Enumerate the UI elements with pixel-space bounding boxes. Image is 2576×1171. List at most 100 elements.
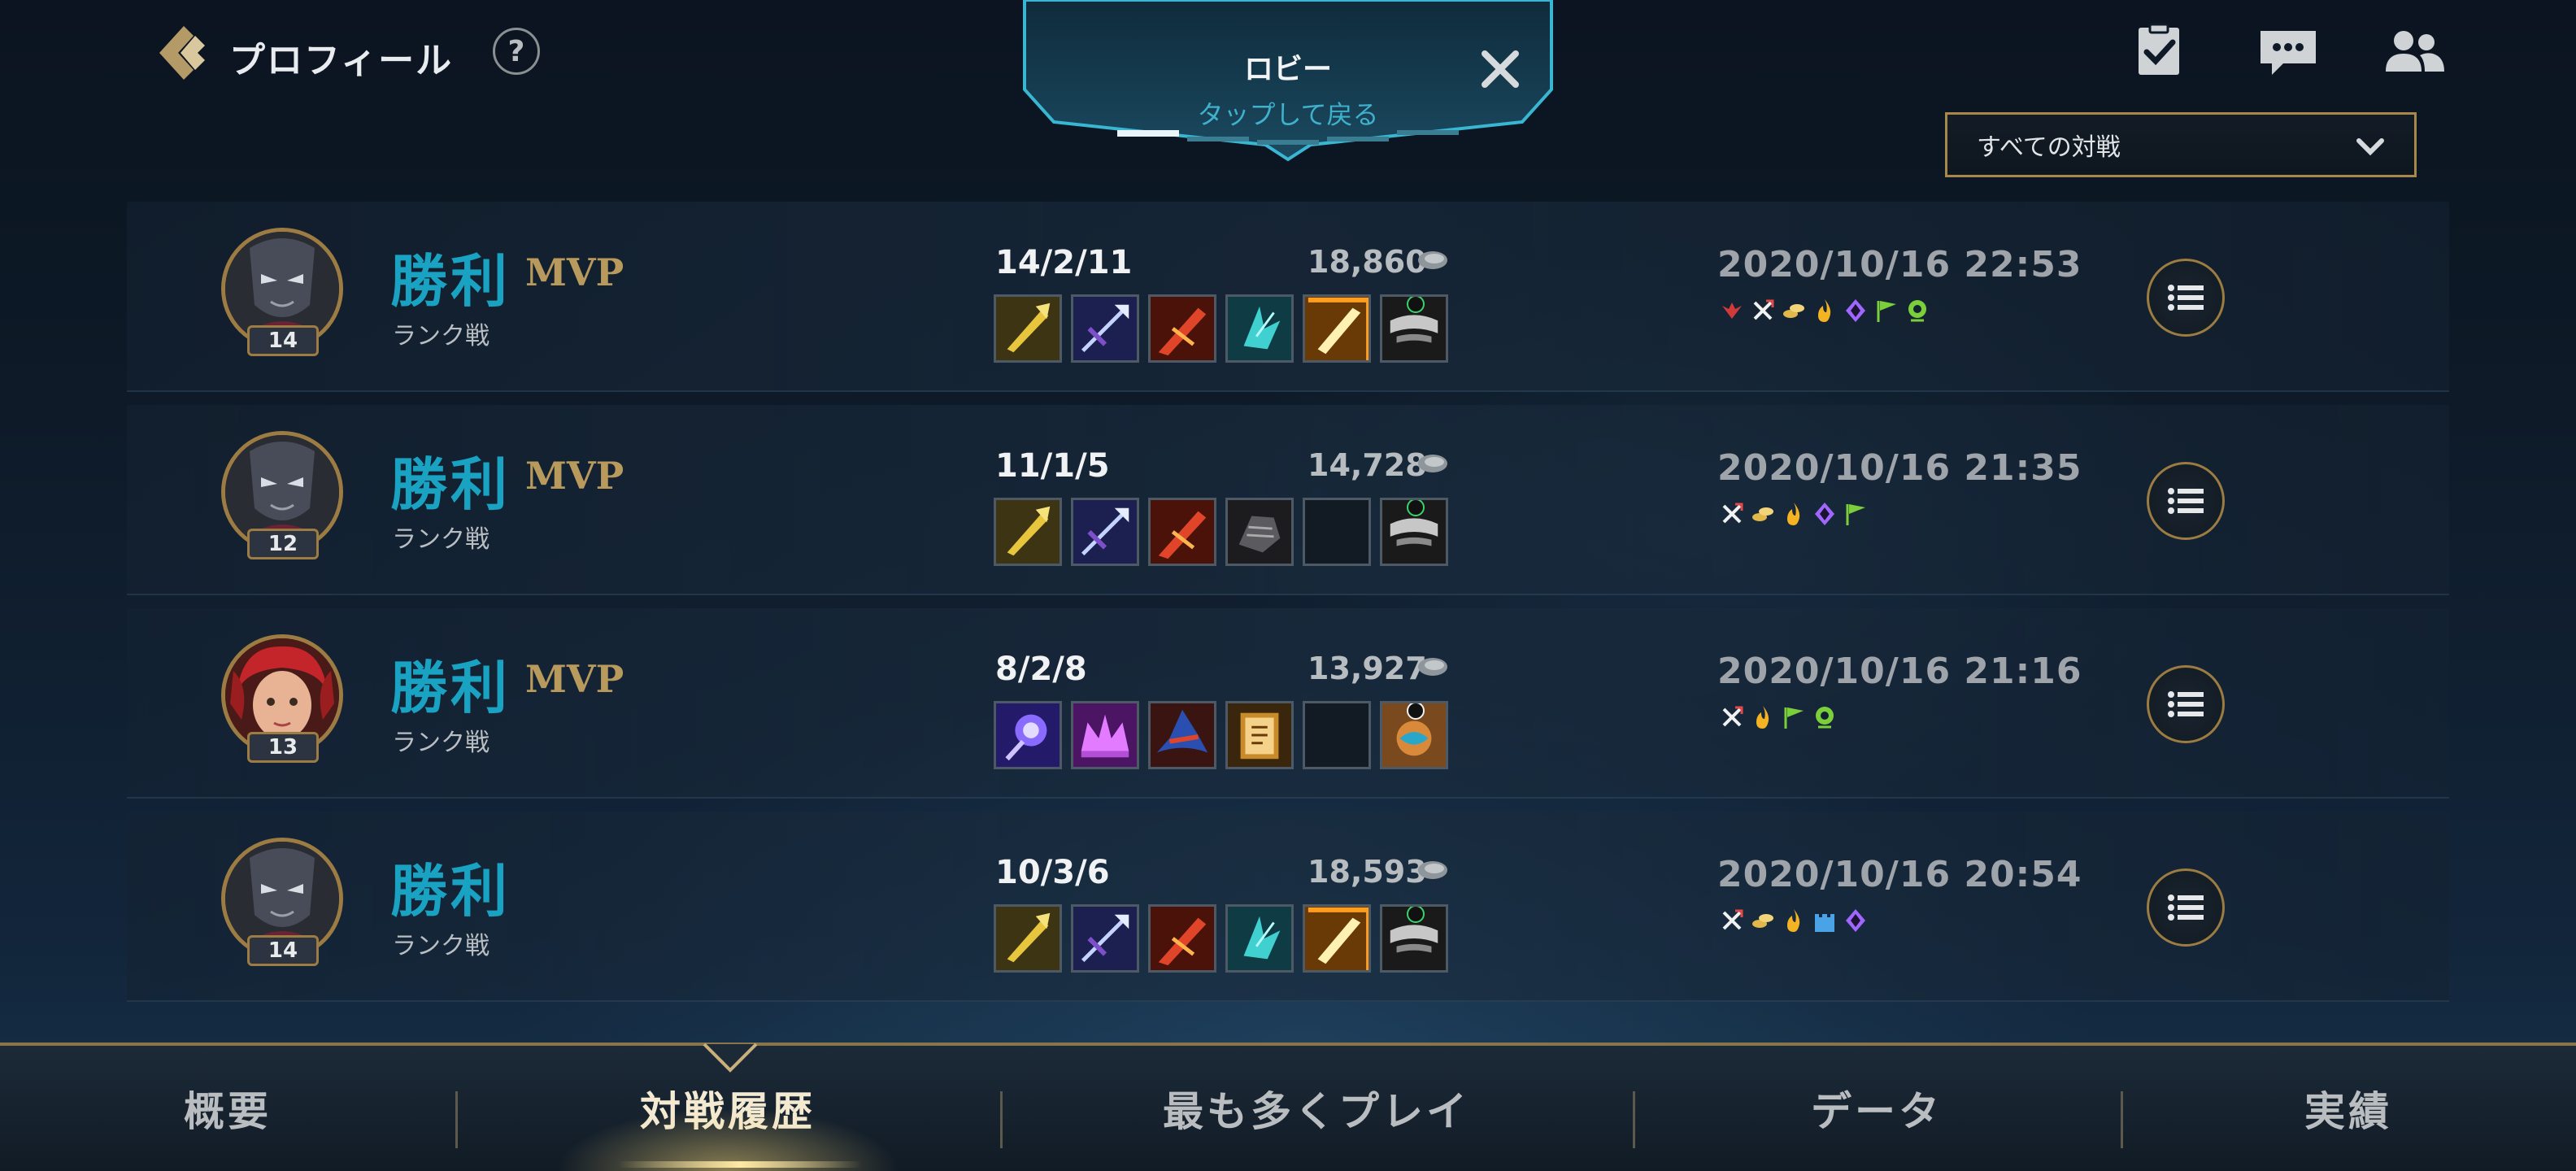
item-slots: [994, 701, 1448, 769]
chat-button[interactable]: [2254, 23, 2322, 80]
page-title: プロフィール: [229, 40, 454, 81]
blue-tower-icon: [1815, 914, 1834, 932]
trinket-indicator: [1407, 297, 1425, 313]
champion-level-badge: 12: [247, 529, 319, 559]
champion-level-badge: 13: [247, 732, 319, 763]
red-blade-item-icon: [1151, 500, 1214, 564]
item-slots: [994, 498, 1448, 566]
item-slot[interactable]: [1303, 904, 1371, 973]
tab-overview[interactable]: 概要: [0, 1046, 455, 1171]
tab-most-played[interactable]: 最も多くプレイ: [1000, 1046, 1633, 1171]
item-slot[interactable]: [1148, 294, 1216, 363]
item-slot[interactable]: [1380, 294, 1448, 363]
item-slot[interactable]: [1225, 904, 1294, 973]
match-mode: ランク戦: [392, 932, 490, 960]
item-slot[interactable]: [1380, 701, 1448, 769]
green-eye-icon: [1816, 707, 1834, 729]
champion-level-badge: 14: [247, 325, 319, 356]
item-slot[interactable]: [1225, 498, 1294, 566]
item-slot[interactable]: [1303, 294, 1371, 363]
green-eye-icon: [1908, 300, 1926, 322]
item-slot[interactable]: [1380, 498, 1448, 566]
match-gold: 18,860: [1308, 244, 1427, 280]
match-kda: 8/2/8: [995, 651, 1087, 688]
item-slot[interactable]: [1071, 498, 1139, 566]
list-icon: [2168, 488, 2204, 514]
item-slot[interactable]: [994, 294, 1062, 363]
match-row[interactable]: 13 勝利 MVP ランク戦 8/2/8 13,927 2020/10/16 2…: [127, 608, 2449, 799]
list-icon: [2168, 285, 2204, 311]
missions-button[interactable]: [2126, 23, 2194, 80]
red-wings-icon: [1722, 303, 1742, 319]
match-row[interactable]: 12 勝利 MVP ランク戦 11/1/5 14,728 2020/10/16 …: [127, 405, 2449, 595]
tab-data[interactable]: データ: [1633, 1046, 2121, 1171]
item-slot[interactable]: [1225, 701, 1294, 769]
match-result: 勝利: [390, 857, 511, 925]
match-filter-select[interactable]: すべての対戦: [1945, 112, 2417, 177]
item-slot[interactable]: [1225, 294, 1294, 363]
red-hat-item-icon: [1151, 703, 1214, 767]
back-button[interactable]: [151, 23, 211, 83]
chat-bubble-icon: [2261, 31, 2316, 75]
mvp-badge: MVP: [525, 454, 624, 498]
item-slot[interactable]: [1071, 294, 1139, 363]
flame-icon: [1787, 503, 1800, 525]
item-slot[interactable]: [1071, 701, 1139, 769]
match-detail-button[interactable]: [2147, 665, 2225, 743]
mvp-badge: MVP: [525, 250, 624, 294]
item-slot[interactable]: [1148, 498, 1216, 566]
trinket-indicator: [1407, 703, 1425, 720]
match-gold: 18,593: [1308, 854, 1427, 890]
item-slots: [994, 904, 1448, 973]
gold-coins-icon: [1752, 914, 1773, 928]
clipboard-check-icon: [2139, 23, 2179, 75]
purple-gem-icon: [1846, 299, 1865, 322]
match-result: 勝利: [390, 451, 511, 518]
match-row[interactable]: 14 勝利 ランク戦 10/3/6 18,593 2020/10/16 20:5…: [127, 812, 2449, 1002]
trinket-indicator: [1407, 500, 1425, 516]
flame-icon: [1818, 299, 1831, 322]
help-icon: ?: [507, 34, 525, 68]
tab-achievements[interactable]: 実績: [2121, 1046, 2576, 1171]
match-kda: 14/2/11: [995, 244, 1133, 281]
match-mode: ランク戦: [392, 322, 490, 350]
item-slot[interactable]: [994, 904, 1062, 973]
match-detail-button[interactable]: [2147, 868, 2225, 947]
item-slot[interactable]: [1148, 701, 1216, 769]
item-slot[interactable]: [1380, 904, 1448, 973]
gold-coins-icon: [1783, 304, 1804, 318]
help-button[interactable]: ?: [493, 28, 540, 75]
match-mode: ランク戦: [392, 525, 490, 554]
achievement-badges: [1719, 704, 1838, 730]
friends-button[interactable]: [2379, 23, 2448, 80]
gold-sword-item-icon: [1305, 907, 1368, 970]
gold-spear-item-icon: [996, 500, 1060, 564]
item-slot[interactable]: [1071, 904, 1139, 973]
pink-crown-item-icon: [1073, 703, 1137, 767]
achievement-badges: [1719, 501, 1869, 527]
sword-cross-icon: [1722, 706, 1743, 727]
sword-cross-icon: [1722, 909, 1743, 930]
item-slot[interactable]: [1148, 904, 1216, 973]
friends-icon: [2386, 31, 2444, 72]
match-detail-button[interactable]: [2147, 259, 2225, 337]
match-row[interactable]: 14 勝利 MVP ランク戦 14/2/11 18,860 2020/10/16…: [127, 202, 2449, 392]
purple-gem-icon: [1846, 909, 1865, 932]
item-slot[interactable]: [994, 498, 1062, 566]
item-slot[interactable]: [994, 701, 1062, 769]
empty-item-slot[interactable]: [1303, 701, 1371, 769]
active-tab-underline: [618, 1161, 862, 1168]
dark-gauntlet-item-icon: [1228, 500, 1291, 564]
match-gold: 14,728: [1308, 447, 1427, 483]
empty-item-slot[interactable]: [1303, 498, 1371, 566]
trinket-indicator: [1407, 907, 1425, 923]
match-datetime: 2020/10/16 21:16: [1717, 651, 2082, 692]
match-detail-button[interactable]: [2147, 462, 2225, 540]
list-icon: [2168, 895, 2204, 921]
blue-arrow-item-icon: [1073, 907, 1137, 970]
gold-spear-item-icon: [996, 297, 1060, 360]
blue-arrow-item-icon: [1073, 500, 1137, 564]
match-gold: 13,927: [1308, 651, 1427, 686]
gold-coin-icon: [1418, 658, 1447, 676]
close-button[interactable]: [1473, 42, 1527, 96]
